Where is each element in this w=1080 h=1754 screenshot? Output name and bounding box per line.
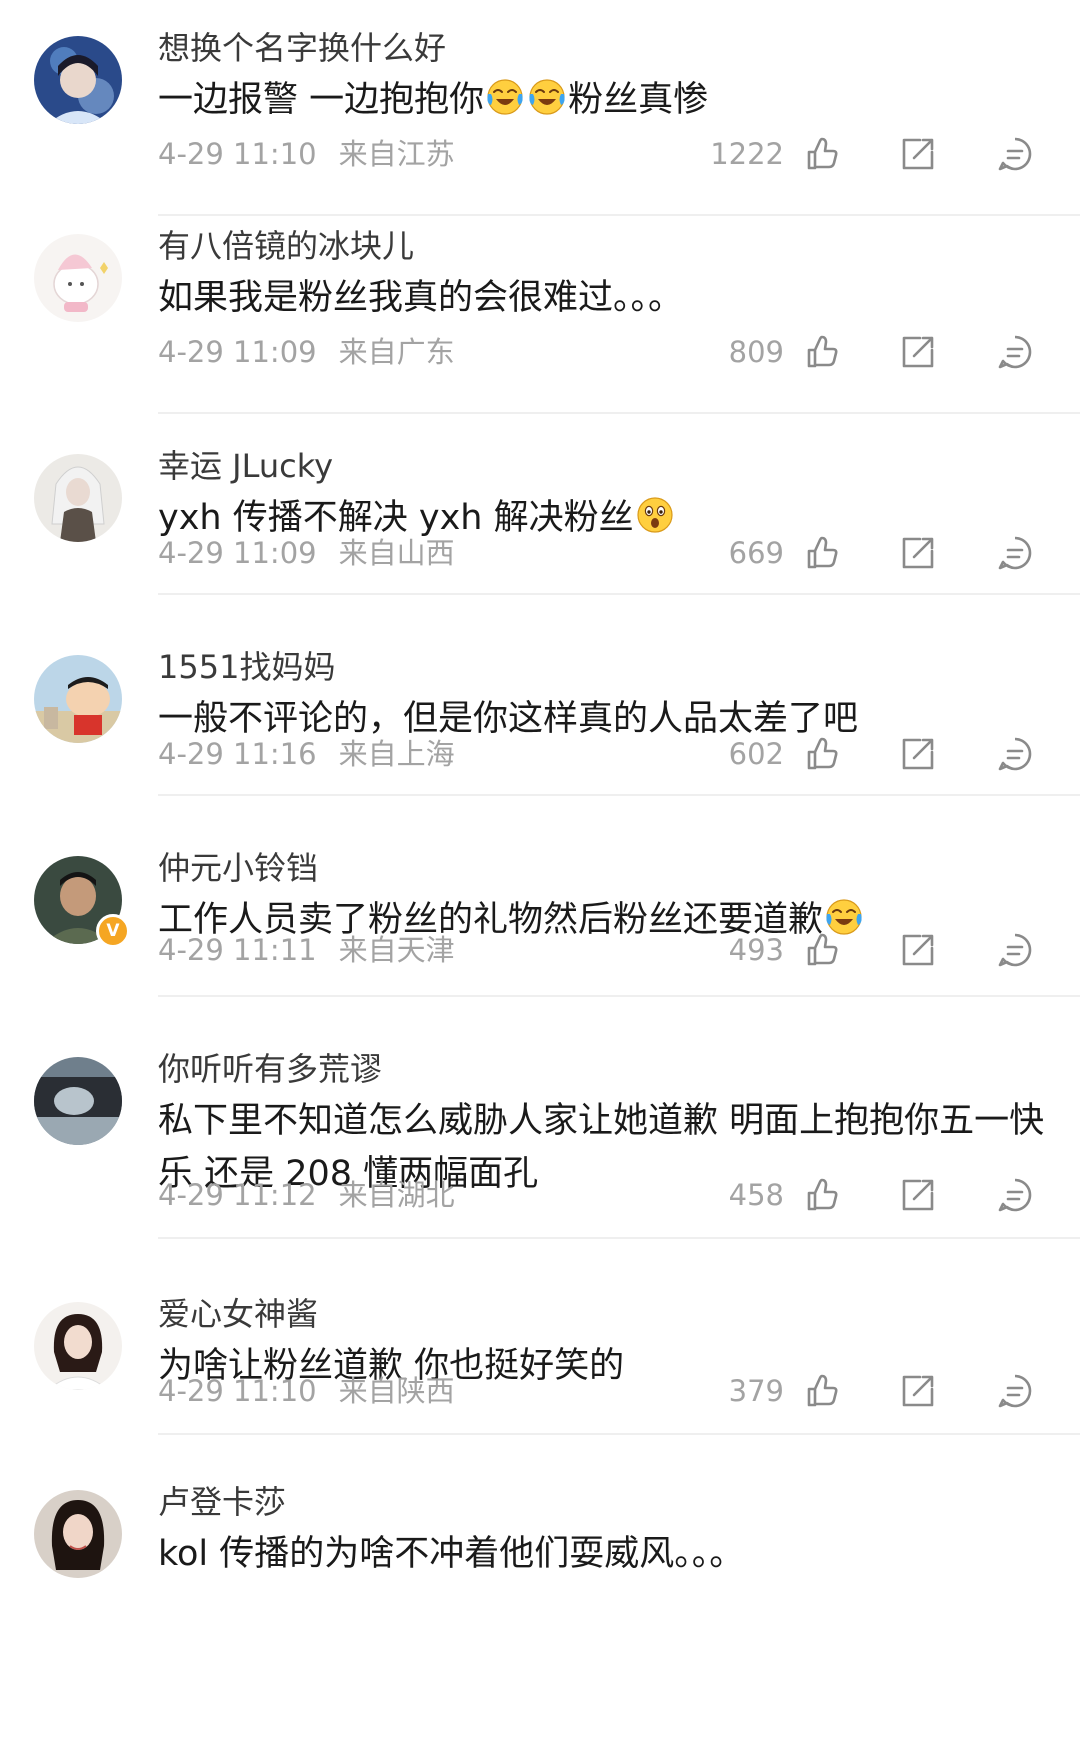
like-count: 669: [728, 536, 784, 570]
comment-icon[interactable]: [995, 533, 1035, 573]
comment-icon[interactable]: [995, 134, 1035, 174]
divider: [158, 995, 1080, 997]
comment-time: 4-29 11:10: [158, 137, 317, 171]
comment-meta: 4-29 11:11 来自天津: [158, 932, 455, 968]
username[interactable]: 幸运 JLucky: [158, 446, 333, 486]
thumbs-up-icon[interactable]: [801, 1175, 841, 1215]
thumbs-up-icon[interactable]: [801, 332, 841, 372]
thumbs-up-icon[interactable]: [801, 533, 841, 573]
comment-text: 一边报警 一边抱抱你 粉丝真惨: [158, 74, 1050, 127]
comment-icon[interactable]: [995, 332, 1035, 372]
divider: [158, 1433, 1080, 1435]
comment-meta: 4-29 11:09 来自山西: [158, 535, 455, 571]
thumbs-up-icon[interactable]: [801, 134, 841, 174]
username[interactable]: 仲元小铃铛: [158, 848, 318, 888]
share-icon[interactable]: [898, 533, 938, 573]
like-count: 1222: [710, 137, 784, 171]
comment-icon[interactable]: [995, 734, 1035, 774]
comment-location: 来自上海: [338, 737, 455, 771]
username[interactable]: 想换个名字换什么好: [158, 28, 446, 68]
thumbs-up-icon[interactable]: [801, 930, 841, 970]
avatar[interactable]: [34, 36, 122, 124]
comment-text: 如果我是粉丝我真的会很难过。。。: [158, 278, 684, 318]
comment-meta: 4-29 11:09 来自广东: [158, 334, 455, 370]
comment-time: 4-29 11:12: [158, 1178, 317, 1212]
comment-meta: 4-29 11:12 来自湖北: [158, 1177, 455, 1213]
like-count: 493: [728, 933, 784, 967]
comment-location: 来自江苏: [338, 137, 455, 171]
share-icon[interactable]: [898, 1371, 938, 1411]
comment-location: 来自广东: [338, 335, 455, 369]
share-icon[interactable]: [898, 332, 938, 372]
comment-meta: 4-29 11:10 来自陕西: [158, 1373, 455, 1409]
avatar[interactable]: [34, 1057, 122, 1145]
divider: [158, 593, 1080, 595]
avatar[interactable]: [34, 454, 122, 542]
comment-location: 来自山西: [338, 536, 455, 570]
divider: [158, 412, 1080, 414]
comment-meta: 4-29 11:16 来自上海: [158, 736, 455, 772]
avatar[interactable]: [34, 1490, 122, 1578]
avatar[interactable]: [34, 234, 122, 322]
comment-location: 来自陕西: [338, 1374, 455, 1408]
comment-time: 4-29 11:09: [158, 536, 317, 570]
comment-time: 4-29 11:16: [158, 737, 317, 771]
comment-location: 来自湖北: [338, 1178, 455, 1212]
comment-text: kol 传播的为啥不冲着他们耍威风。。。: [158, 1534, 745, 1574]
avatar[interactable]: [34, 1302, 122, 1390]
crying-laughing-emoji-icon: [485, 77, 525, 117]
username[interactable]: 爱心女神酱: [158, 1294, 318, 1334]
like-count: 809: [728, 335, 784, 369]
like-count: 458: [728, 1178, 784, 1212]
comment-icon[interactable]: [995, 930, 1035, 970]
comment-icon[interactable]: [995, 1175, 1035, 1215]
divider: [158, 214, 1080, 216]
share-icon[interactable]: [898, 134, 938, 174]
share-icon[interactable]: [898, 930, 938, 970]
like-count: 602: [728, 737, 784, 771]
username[interactable]: 1551找妈妈: [158, 647, 335, 687]
avatar[interactable]: [34, 655, 122, 743]
divider: [158, 794, 1080, 796]
verified-badge-icon: V: [96, 914, 130, 948]
comment-time: 4-29 11:09: [158, 335, 317, 369]
thumbs-up-icon[interactable]: [801, 1371, 841, 1411]
comment-icon[interactable]: [995, 1371, 1035, 1411]
crying-laughing-emoji-icon: [527, 77, 567, 117]
comment-time: 4-29 11:10: [158, 1374, 317, 1408]
share-icon[interactable]: [898, 734, 938, 774]
comment-time: 4-29 11:11: [158, 933, 317, 967]
astonished-emoji-icon: [635, 495, 675, 535]
username[interactable]: 有八倍镜的冰块儿: [158, 226, 414, 266]
comment-meta: 4-29 11:10 来自江苏: [158, 136, 455, 172]
username[interactable]: 你听听有多荒谬: [158, 1049, 382, 1089]
share-icon[interactable]: [898, 1175, 938, 1215]
like-count: 379: [728, 1374, 784, 1408]
thumbs-up-icon[interactable]: [801, 734, 841, 774]
username[interactable]: 卢登卡莎: [158, 1482, 286, 1522]
comment-location: 来自天津: [338, 933, 455, 967]
divider: [158, 1237, 1080, 1239]
